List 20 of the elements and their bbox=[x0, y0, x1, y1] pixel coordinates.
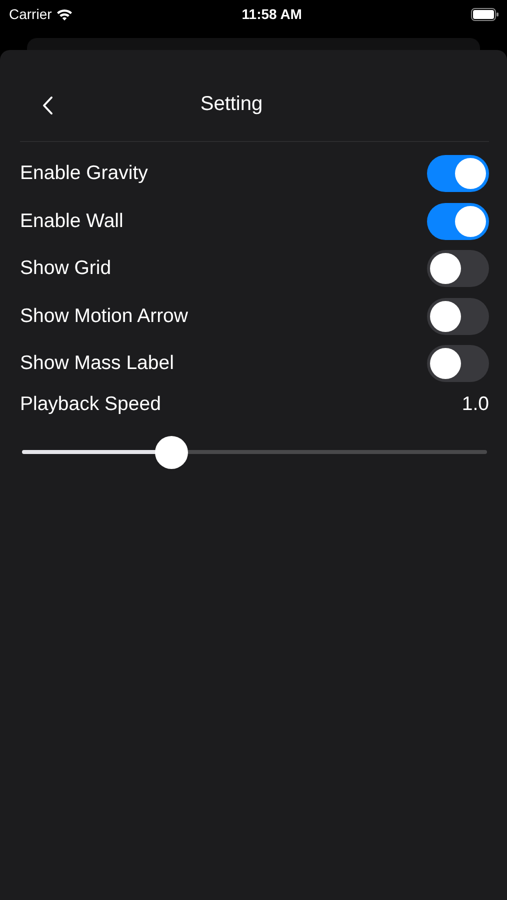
screen-title: Setting bbox=[200, 92, 263, 116]
status-time: 11:58 AM bbox=[242, 4, 302, 24]
toggle-switch[interactable] bbox=[427, 250, 489, 288]
toggle-switch[interactable] bbox=[427, 155, 489, 192]
battery-icon bbox=[471, 8, 499, 20]
setting-label: Enable Gravity bbox=[20, 161, 148, 186]
setting-label: Show Mass Label bbox=[20, 351, 174, 376]
toggle-switch[interactable] bbox=[427, 345, 489, 382]
toggle-switch[interactable] bbox=[427, 298, 489, 335]
setting-label: Enable Wall bbox=[20, 208, 124, 234]
wifi-icon bbox=[56, 8, 73, 20]
speed-value: 1.0 bbox=[462, 392, 489, 418]
setting-label: Show Motion Arrow bbox=[20, 304, 188, 329]
toggle-switch[interactable] bbox=[427, 202, 489, 240]
carrier-name: Carrier bbox=[9, 4, 52, 24]
setting-label: Show Grid bbox=[20, 256, 112, 282]
speed-slider[interactable] bbox=[22, 436, 487, 468]
back-chevron-icon bbox=[42, 96, 53, 116]
slider-thumb[interactable] bbox=[154, 436, 188, 468]
setting-label: Playback Speed bbox=[20, 392, 161, 418]
